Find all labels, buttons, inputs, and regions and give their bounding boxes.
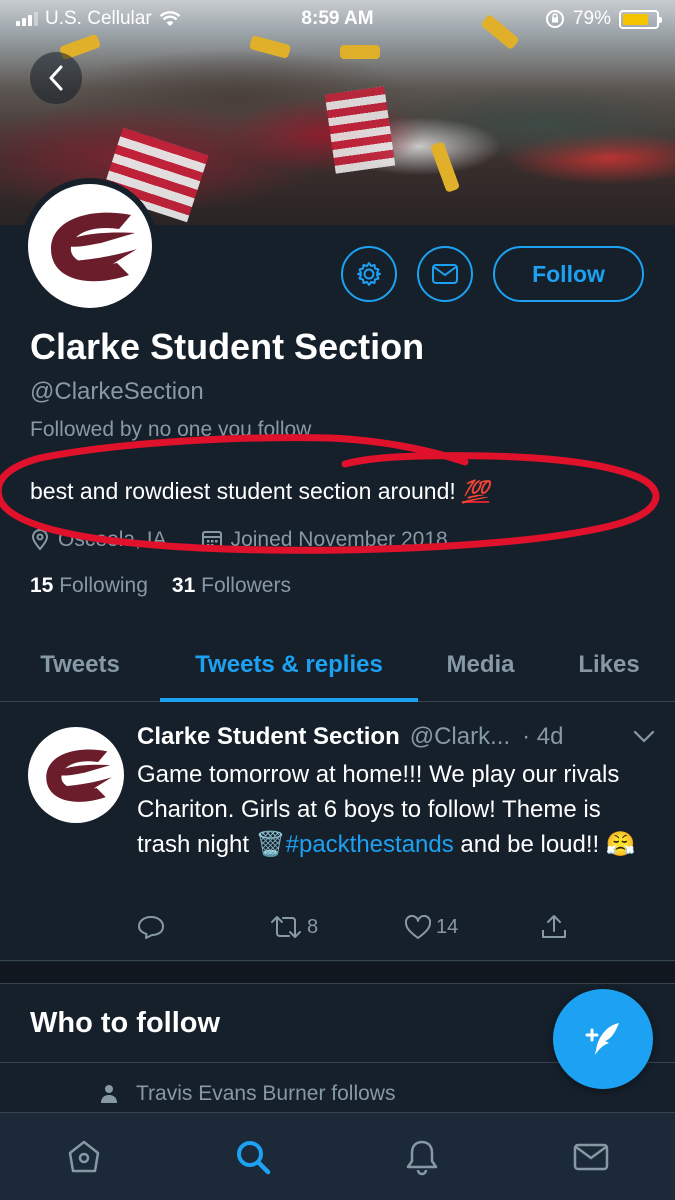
red-annotation-circle — [0, 434, 660, 554]
status-left: U.S. Cellular — [16, 8, 181, 30]
banner-flag — [324, 86, 396, 174]
follow-counts: 15 Following 31 Followers — [30, 574, 291, 598]
location-text: Osceola, IA — [58, 528, 167, 551]
tweet-body: Game tomorrow at home!!! We play our riv… — [137, 757, 647, 862]
battery-icon — [619, 9, 662, 29]
chevron-down-icon[interactable] — [633, 730, 655, 744]
tweet-author-name[interactable]: Clarke Student Section — [137, 723, 400, 751]
joined-text: Joined November 2018 — [230, 528, 448, 551]
suggestion-text: Travis Evans Burner follows — [136, 1082, 396, 1105]
tweet-header: Clarke Student Section @Clark... · 4d — [137, 723, 655, 751]
retweet-icon — [271, 916, 301, 938]
profile-bio: best and rowdiest student section around… — [30, 478, 489, 505]
back-button[interactable] — [30, 52, 82, 104]
banner-towel — [429, 141, 461, 193]
mail-icon — [432, 264, 458, 284]
bio-text: best and rowdiest student section around… — [30, 478, 456, 504]
suggestion-context: Travis Evans Burner follows — [100, 1082, 395, 1106]
banner-towel — [248, 35, 292, 59]
hashtag-link[interactable]: #packthestands — [286, 831, 454, 858]
status-right: 79% — [545, 8, 662, 30]
compose-tweet-button[interactable] — [553, 989, 653, 1089]
status-time: 8:59 AM — [301, 8, 374, 29]
settings-button[interactable] — [341, 246, 397, 302]
like-count: 14 — [436, 915, 459, 938]
gear-icon — [357, 262, 381, 286]
reply-button[interactable] — [137, 914, 269, 940]
nav-notifications[interactable] — [382, 1127, 462, 1187]
who-to-follow-title: Who to follow — [30, 1007, 221, 1039]
followers-count: 31 — [171, 574, 196, 597]
tab-tweets-replies[interactable]: Tweets & replies — [160, 628, 418, 702]
share-button[interactable] — [540, 913, 568, 941]
location-icon — [31, 529, 49, 551]
following-link[interactable]: 15 Following — [30, 574, 148, 598]
message-button[interactable] — [417, 246, 473, 302]
tweet-actions: 8 14 — [137, 913, 568, 941]
nav-messages[interactable] — [551, 1127, 631, 1187]
wifi-icon — [159, 11, 181, 26]
tweet-text-end: and be loud!! 😤 — [460, 831, 636, 858]
follow-button[interactable]: Follow — [493, 246, 644, 302]
signal-icon — [16, 12, 38, 26]
section-separator — [0, 962, 675, 984]
retweet-button[interactable]: 8 — [269, 915, 404, 939]
nav-search[interactable] — [213, 1127, 293, 1187]
compose-icon — [585, 1023, 619, 1055]
tab-likes[interactable]: Likes — [543, 628, 675, 701]
carrier-label: U.S. Cellular — [45, 8, 152, 29]
tweet-time: · 4d — [522, 723, 564, 750]
banner-towel — [340, 45, 380, 59]
battery-percent: 79% — [572, 8, 611, 29]
person-icon — [101, 1085, 117, 1103]
nav-home[interactable] — [44, 1127, 124, 1187]
tweet-item[interactable]: Clarke Student Section @Clark... · 4d Ga… — [0, 703, 675, 961]
status-bar: U.S. Cellular 8:59 AM 79% — [0, 0, 675, 38]
home-icon — [69, 1140, 100, 1172]
followed-by-text: Followed by no one you follow — [30, 418, 312, 441]
calendar-icon — [201, 531, 222, 550]
share-icon — [542, 915, 566, 938]
inbox-icon — [573, 1143, 608, 1170]
profile-display-name: Clarke Student Section — [30, 326, 425, 367]
reply-icon — [138, 916, 164, 939]
tab-media[interactable]: Media — [418, 628, 543, 701]
like-button[interactable]: 14 — [404, 914, 540, 940]
heart-icon — [404, 914, 432, 939]
followers-label: Followers — [201, 574, 291, 597]
profile-meta: Osceola, IA Joined November 2018 — [30, 528, 448, 552]
tweet-avatar[interactable] — [28, 727, 124, 823]
hundred-emoji: 💯 — [461, 479, 490, 504]
bell-icon — [406, 1140, 438, 1175]
profile-avatar[interactable] — [22, 178, 158, 314]
orientation-lock-icon — [545, 10, 564, 28]
following-count: 15 — [30, 574, 54, 597]
bottom-navigation — [0, 1112, 675, 1200]
search-icon — [237, 1140, 271, 1174]
profile-handle: @ClarkeSection — [30, 378, 204, 405]
following-label: Following — [59, 574, 148, 597]
followers-link[interactable]: 31 Followers — [172, 574, 291, 598]
tab-tweets[interactable]: Tweets — [0, 628, 160, 701]
tweet-author-handle: @Clark... — [409, 723, 511, 750]
clarke-logo — [46, 749, 112, 802]
retweet-count: 8 — [307, 915, 319, 938]
clarke-logo — [51, 212, 137, 282]
profile-tabs: Tweets Tweets & replies Media Likes — [0, 628, 675, 702]
back-icon — [49, 65, 63, 91]
